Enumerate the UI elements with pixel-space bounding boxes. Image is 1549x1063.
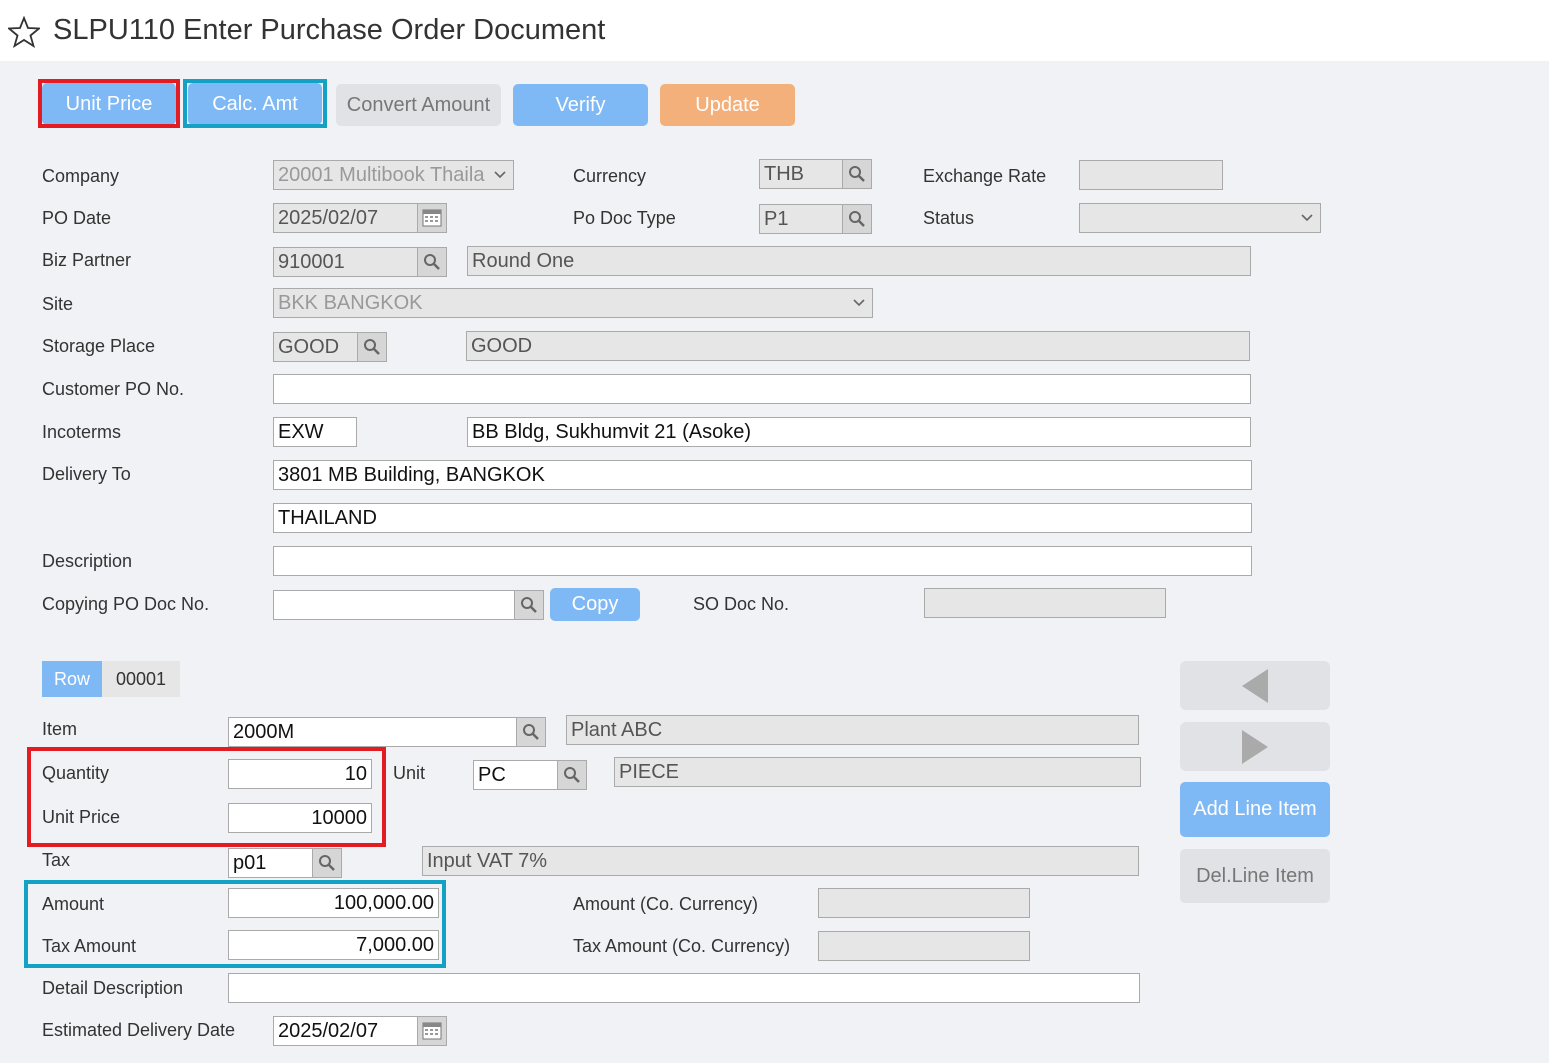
verify-button[interactable]: Verify xyxy=(513,84,648,126)
row-number: 00001 xyxy=(102,661,180,697)
description-label: Description xyxy=(42,551,133,571)
storage-place-label: Storage Place xyxy=(42,336,156,356)
estimated-delivery-date-field[interactable]: 2025/02/07 xyxy=(273,1016,419,1046)
site-select[interactable]: BKK BANGKOK xyxy=(273,288,873,318)
search-icon xyxy=(424,254,440,270)
item-label: Item xyxy=(42,719,78,739)
estimated-delivery-date-label: Estimated Delivery Date xyxy=(42,1020,236,1040)
currency-label: Currency xyxy=(573,166,647,186)
site-label: Site xyxy=(42,294,74,314)
unit-search-button[interactable] xyxy=(557,760,587,790)
incoterms-desc-field[interactable]: BB Bldg, Sukhumvit 21 (Asoke) xyxy=(467,417,1251,447)
copying-po-doc-search-button[interactable] xyxy=(514,590,544,620)
item-code-field[interactable]: 2000M xyxy=(228,717,518,747)
customer-po-no-label: Customer PO No. xyxy=(42,379,185,399)
prev-line-button[interactable] xyxy=(1180,661,1330,710)
company-label: Company xyxy=(42,166,120,186)
amount-co-label: Amount (Co. Currency) xyxy=(573,894,759,914)
company-value: 20001 Multibook Thaila xyxy=(278,164,485,186)
next-line-button[interactable] xyxy=(1180,722,1330,771)
unit-code-field[interactable]: PC xyxy=(473,760,559,790)
chevron-down-icon xyxy=(494,171,506,179)
currency-search-button[interactable] xyxy=(842,159,872,189)
chevron-down-icon xyxy=(853,299,865,307)
delivery-to-label: Delivery To xyxy=(42,464,131,484)
search-icon xyxy=(364,339,380,355)
triangle-left-icon xyxy=(1242,668,1268,703)
copy-button[interactable]: Copy xyxy=(550,588,640,621)
search-icon xyxy=(564,767,580,783)
tax-amount-co-field[interactable] xyxy=(818,931,1030,961)
storage-place-name-field: GOOD xyxy=(466,331,1250,361)
po-date-calendar-button[interactable] xyxy=(417,203,447,233)
star-icon[interactable] xyxy=(8,16,40,48)
amount-tax-amount-highlight xyxy=(24,880,446,968)
biz-partner-code-field[interactable]: 910001 xyxy=(273,247,419,277)
item-search-button[interactable] xyxy=(516,717,546,747)
currency-field[interactable]: THB xyxy=(759,159,843,189)
update-button[interactable]: Update xyxy=(660,84,795,126)
biz-partner-search-button[interactable] xyxy=(417,247,447,277)
unit-label: Unit xyxy=(393,763,426,783)
so-doc-no-label: SO Doc No. xyxy=(693,594,790,614)
detail-description-label: Detail Description xyxy=(42,978,184,998)
add-line-item-button[interactable]: Add Line Item xyxy=(1180,782,1330,837)
storage-place-search-button[interactable] xyxy=(357,332,387,362)
del-line-item-button[interactable]: Del.Line Item xyxy=(1180,849,1330,903)
unit-name-field: PIECE xyxy=(614,757,1141,787)
quantity-unit-price-highlight xyxy=(27,747,386,847)
tax-label: Tax xyxy=(42,850,71,870)
storage-place-code-field[interactable]: GOOD xyxy=(273,332,359,362)
customer-po-no-field[interactable] xyxy=(273,374,1251,404)
incoterms-label: Incoterms xyxy=(42,422,122,442)
biz-partner-name-field: Round One xyxy=(467,246,1251,276)
tax-amount-co-label: Tax Amount (Co. Currency) xyxy=(573,936,791,956)
incoterms-code-field[interactable]: EXW xyxy=(273,417,357,447)
status-label: Status xyxy=(923,208,975,228)
tax-code-field[interactable]: p01 xyxy=(228,848,314,878)
calendar-icon xyxy=(422,1022,442,1040)
calendar-icon xyxy=(422,209,442,227)
chevron-down-icon xyxy=(1301,214,1313,222)
copying-po-doc-no-label: Copying PO Doc No. xyxy=(42,594,210,614)
search-icon xyxy=(849,166,865,182)
page-title: SLPU110 Enter Purchase Order Document xyxy=(53,14,606,46)
item-name-field: Plant ABC xyxy=(566,715,1139,745)
page-header: SLPU110 Enter Purchase Order Document xyxy=(0,0,1549,61)
row-tab[interactable]: Row xyxy=(42,661,102,697)
search-icon xyxy=(849,211,865,227)
description-field[interactable] xyxy=(273,546,1252,576)
tax-name-field: Input VAT 7% xyxy=(422,846,1139,876)
delivery-to-line2-field[interactable]: THAILAND xyxy=(273,503,1252,533)
status-select[interactable] xyxy=(1079,203,1321,233)
search-icon xyxy=(521,597,537,613)
po-doc-type-label: Po Doc Type xyxy=(573,208,676,228)
po-date-label: PO Date xyxy=(42,208,112,228)
company-select[interactable]: 20001 Multibook Thaila xyxy=(273,160,514,190)
copying-po-doc-no-field[interactable] xyxy=(273,590,516,620)
po-doc-type-field[interactable]: P1 xyxy=(759,204,843,234)
so-doc-no-field[interactable] xyxy=(924,588,1166,618)
po-date-field[interactable]: 2025/02/07 xyxy=(273,203,419,233)
search-icon xyxy=(319,855,335,871)
calc-amt-highlight xyxy=(183,79,327,128)
exchange-rate-label: Exchange Rate xyxy=(923,166,1047,186)
tax-search-button[interactable] xyxy=(312,848,342,878)
amount-co-field[interactable] xyxy=(818,888,1030,918)
delivery-to-line1-field[interactable]: 3801 MB Building, BANGKOK xyxy=(273,460,1252,490)
convert-amount-button[interactable]: Convert Amount xyxy=(336,84,501,126)
biz-partner-label: Biz Partner xyxy=(42,250,132,270)
exchange-rate-field[interactable] xyxy=(1079,160,1223,190)
site-value: BKK BANGKOK xyxy=(278,292,423,314)
triangle-right-icon xyxy=(1242,729,1268,764)
estimated-delivery-date-calendar-button[interactable] xyxy=(417,1016,447,1046)
detail-description-field[interactable] xyxy=(228,973,1140,1003)
unit-price-highlight xyxy=(38,79,180,128)
po-doc-type-search-button[interactable] xyxy=(842,204,872,234)
search-icon xyxy=(523,724,539,740)
